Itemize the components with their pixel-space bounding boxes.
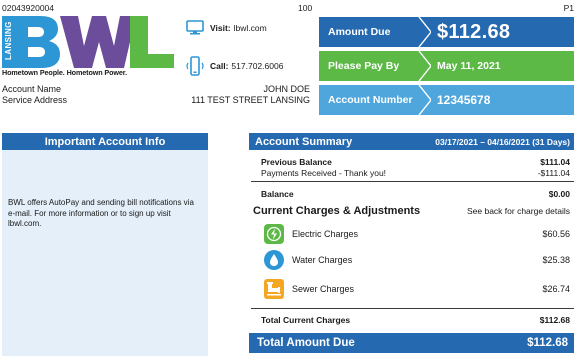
service-address-label: Service Address (2, 95, 68, 105)
visit-label: Visit: (210, 22, 231, 33)
pipe-icon (264, 279, 284, 299)
chevron-divider (417, 17, 431, 47)
phone-icon (186, 56, 204, 76)
amount-due-label-cell: Amount Due (319, 17, 431, 47)
contact-visit[interactable]: Visit: lbwl.com (186, 20, 267, 35)
charge-row-sewer: Sewer Charges $26.74 (264, 279, 570, 299)
charge-amount: $25.38 (542, 255, 570, 265)
account-summary-title: Account Summary (255, 135, 353, 148)
previous-balance-row: Previous Balance $111.04 (261, 157, 570, 167)
balance-row: Balance $0.00 (261, 189, 570, 199)
pay-by-value: May 11, 2021 (419, 51, 574, 81)
monitor-icon (186, 20, 204, 35)
charge-label: Sewer Charges (292, 284, 355, 294)
visit-value[interactable]: lbwl.com (234, 23, 267, 33)
charge-label: Water Charges (292, 255, 353, 265)
charge-amount: $60.56 (542, 229, 570, 239)
page-count: 100 (298, 3, 313, 13)
logo-tagline: Hometown People. Hometown Power. (2, 68, 127, 77)
account-summary-header: Account Summary 03/17/2021 – 04/16/2021 … (249, 133, 574, 150)
account-number-label-cell: Account Number (319, 85, 431, 115)
account-number-label: Account Number (328, 94, 413, 106)
charge-row-electric: Electric Charges $60.56 (264, 224, 570, 244)
payments-received-row: Payments Received - Thank you! -$111.04 (261, 168, 570, 178)
chevron-divider (417, 85, 431, 115)
water-drop-icon (264, 250, 284, 270)
amount-due-box: Amount Due $112.68 (319, 17, 574, 47)
balance-label: Balance (261, 189, 294, 199)
amount-due-label: Amount Due (328, 26, 391, 38)
total-amount-due-value: $112.68 (527, 337, 568, 349)
current-charges-heading-row: Current Charges & Adjustments See back f… (253, 205, 570, 217)
account-number-box: Account Number 12345678 (319, 85, 574, 115)
charge-amount: $26.74 (542, 284, 570, 294)
charge-row-water: Water Charges $25.38 (264, 250, 570, 270)
pay-by-label: Please Pay By (328, 60, 400, 72)
service-address-row: Service Address 111 TEST STREET LANSING (2, 95, 310, 105)
account-code: 02043920004 (2, 3, 55, 13)
important-info-text: BWL offers AutoPay and sending bill noti… (8, 198, 194, 228)
total-current-charges-row: Total Current Charges $112.68 (261, 315, 570, 325)
call-value[interactable]: 517.702.6006 (231, 61, 283, 71)
previous-balance-label: Previous Balance (261, 157, 332, 167)
service-address-value: 111 TEST STREET LANSING (191, 95, 310, 105)
balance-value: $0.00 (548, 189, 570, 199)
account-name-row: Account Name JOHN DOE (2, 84, 310, 94)
important-info-panel: Important Account Info BWL offers AutoPa… (2, 133, 208, 356)
pay-by-box: Please Pay By May 11, 2021 (319, 51, 574, 81)
total-current-charges-label: Total Current Charges (261, 315, 351, 325)
account-name-label: Account Name (2, 84, 62, 94)
payments-received-label: Payments Received - Thank you! (261, 168, 387, 178)
pay-by-label-cell: Please Pay By (319, 51, 431, 81)
charge-label: Electric Charges (292, 229, 359, 239)
account-name-value: JOHN DOE (263, 84, 310, 94)
total-current-charges-value: $112.68 (539, 315, 570, 325)
amount-due-value: $112.68 (419, 17, 574, 47)
divider (251, 308, 574, 309)
page-number: P1 (563, 3, 574, 13)
logo-vertical-text: LANSING (4, 21, 13, 60)
billing-date-range: 03/17/2021 – 04/16/2021 (31 Days) (435, 136, 570, 147)
call-label: Call: (210, 61, 229, 71)
current-charges-title: Current Charges & Adjustments (253, 205, 421, 217)
account-number-value: 12345678 (419, 85, 574, 115)
divider (251, 181, 574, 182)
previous-balance-value: $111.04 (540, 157, 570, 167)
total-amount-due-bar: Total Amount Due $112.68 (249, 333, 574, 353)
current-charges-note: See back for charge details (466, 206, 570, 216)
contact-call[interactable]: Call: 517.702.6006 (186, 56, 283, 76)
lightning-icon (264, 224, 284, 244)
total-amount-due-label: Total Amount Due (257, 337, 355, 349)
important-info-title: Important Account Info (2, 133, 208, 150)
chevron-divider (417, 51, 431, 81)
payments-received-value: -$111.04 (537, 168, 570, 178)
